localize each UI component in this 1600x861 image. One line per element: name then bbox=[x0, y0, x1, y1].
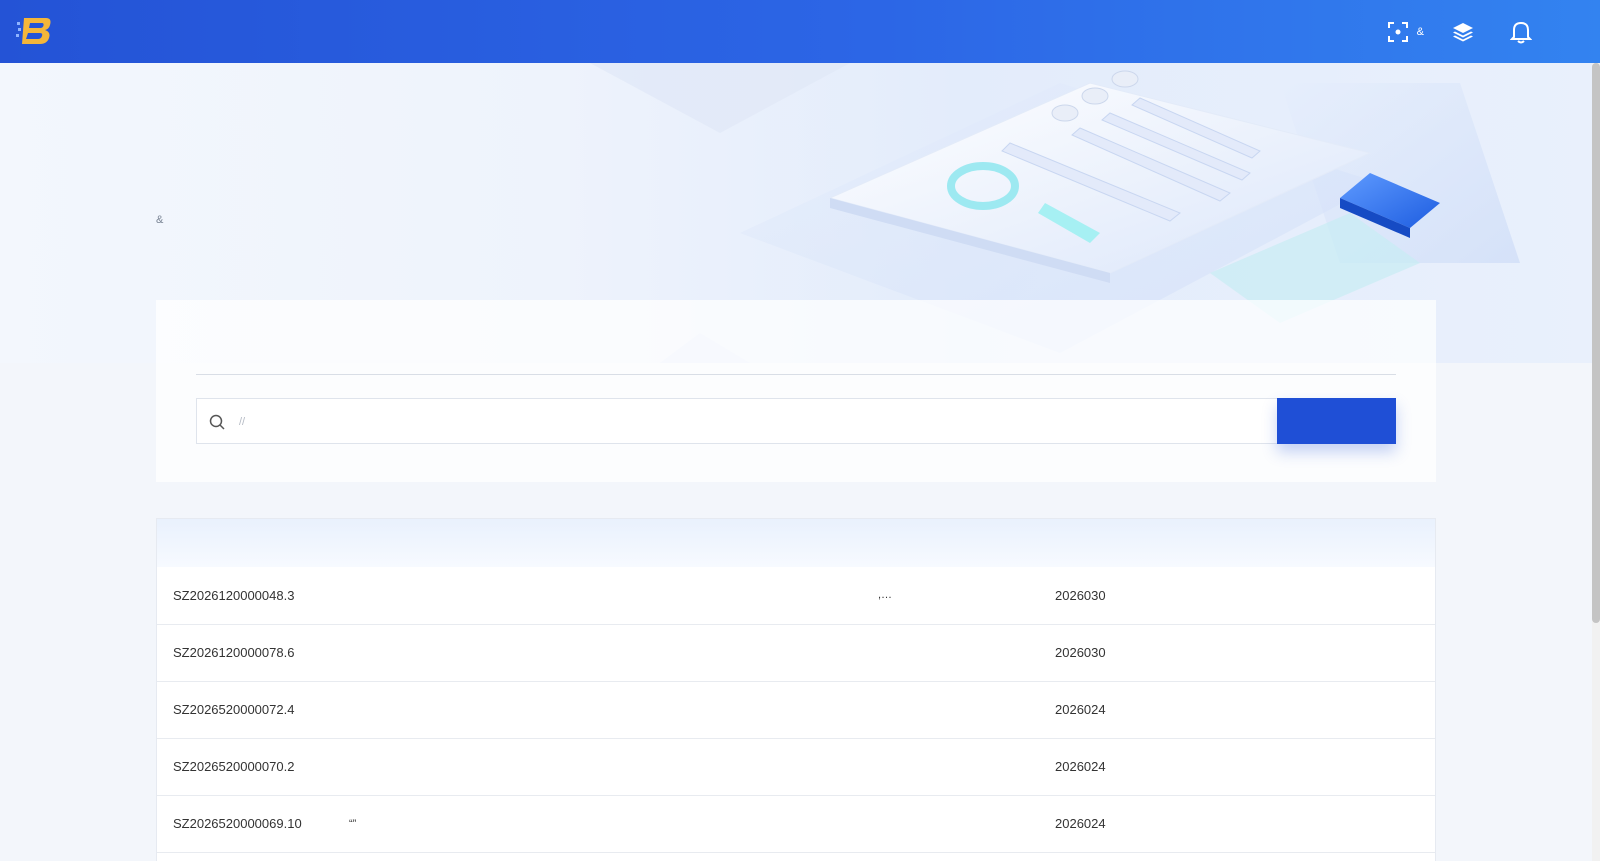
cell-col5 bbox=[862, 624, 1039, 681]
cell-subscribe bbox=[1316, 795, 1435, 852]
table-row: SZ2026120000078.6 2026030 bbox=[157, 624, 1435, 681]
table-row: SZ2026520000070.2 2026024 bbox=[157, 738, 1435, 795]
page-scrollbar-thumb[interactable] bbox=[1592, 63, 1600, 623]
cell-date: 2026024 bbox=[1055, 759, 1106, 774]
search-tabs bbox=[196, 336, 1396, 375]
cell-subscribe bbox=[1316, 624, 1435, 681]
cell-col3 bbox=[509, 624, 686, 681]
cell-col4 bbox=[686, 567, 862, 624]
cell-name bbox=[333, 624, 509, 681]
cell-col3 bbox=[509, 738, 686, 795]
cell-date: 2026030 bbox=[1055, 645, 1106, 660]
brand-logo-icon[interactable] bbox=[16, 16, 52, 46]
search-icon bbox=[209, 414, 225, 430]
header-actions: & bbox=[1387, 0, 1600, 63]
scan-verify-label: & bbox=[1416, 25, 1424, 38]
column-header bbox=[862, 519, 1039, 567]
search-panel bbox=[156, 300, 1436, 482]
search-input[interactable] bbox=[237, 399, 1271, 445]
cell-col3 bbox=[509, 567, 686, 624]
column-header bbox=[1216, 519, 1316, 567]
cell-date: 2026024 bbox=[1055, 816, 1106, 831]
cell-subscribe bbox=[1316, 738, 1435, 795]
cell-col4 bbox=[686, 795, 862, 852]
cell-date: 2026024 bbox=[1055, 702, 1106, 717]
results-table: SZ2026120000048.3 ,… 2026030 SZ202612000… bbox=[156, 518, 1436, 861]
column-header bbox=[1039, 519, 1216, 567]
top-navigation-bar: & bbox=[0, 0, 1600, 63]
layers-icon bbox=[1453, 22, 1473, 41]
cell-name bbox=[333, 681, 509, 738]
notification-button[interactable] bbox=[1510, 20, 1532, 44]
column-header bbox=[686, 519, 862, 567]
cell-view bbox=[1216, 567, 1316, 624]
bell-icon bbox=[1510, 21, 1532, 43]
cell-name bbox=[333, 738, 509, 795]
column-header bbox=[509, 519, 686, 567]
cell-code: SZ2026520000069.10 bbox=[173, 816, 302, 831]
cell-view bbox=[1216, 681, 1316, 738]
column-header bbox=[1316, 519, 1435, 567]
cell-subscribe bbox=[1316, 681, 1435, 738]
cell-col5 bbox=[862, 795, 1039, 852]
cell-col5: ,… bbox=[878, 589, 893, 602]
page-subtitle: & bbox=[156, 214, 164, 226]
cell-col5 bbox=[862, 738, 1039, 795]
cell-subscribe bbox=[1316, 567, 1435, 624]
search-button[interactable] bbox=[1277, 398, 1396, 444]
table-row: SZ2026520000069.10 “” 2026024 bbox=[157, 795, 1435, 852]
table-row: SZ2026520000072.4 2026024 bbox=[157, 681, 1435, 738]
cell-col3 bbox=[509, 795, 686, 852]
cell-col4 bbox=[686, 624, 862, 681]
scan-icon bbox=[1387, 21, 1408, 42]
cell-col4 bbox=[686, 681, 862, 738]
cell-code: SZ2026120000048.3 bbox=[173, 587, 295, 603]
cell-code: SZ2026520000070.2 bbox=[173, 759, 295, 774]
search-box bbox=[196, 398, 1278, 445]
cell-col4 bbox=[686, 738, 862, 795]
cell-view bbox=[1216, 795, 1316, 852]
cell-col3 bbox=[509, 681, 686, 738]
column-header bbox=[157, 519, 333, 567]
cell-view bbox=[1216, 738, 1316, 795]
cell-code: SZ2026520000072.4 bbox=[173, 702, 295, 717]
table-header-row bbox=[157, 519, 1435, 567]
cell-date: 2026030 bbox=[1055, 587, 1106, 603]
table-row: SZ2026120000048.3 ,… 2026030 bbox=[157, 567, 1435, 624]
cell-name bbox=[333, 567, 509, 624]
cell-code: SZ2026120000078.6 bbox=[173, 645, 295, 660]
scan-verify-button[interactable]: & bbox=[1387, 21, 1424, 43]
cell-name: “” bbox=[349, 817, 357, 830]
layers-button[interactable] bbox=[1452, 21, 1482, 43]
cell-view bbox=[1216, 624, 1316, 681]
column-header bbox=[333, 519, 509, 567]
cell-col5 bbox=[862, 681, 1039, 738]
